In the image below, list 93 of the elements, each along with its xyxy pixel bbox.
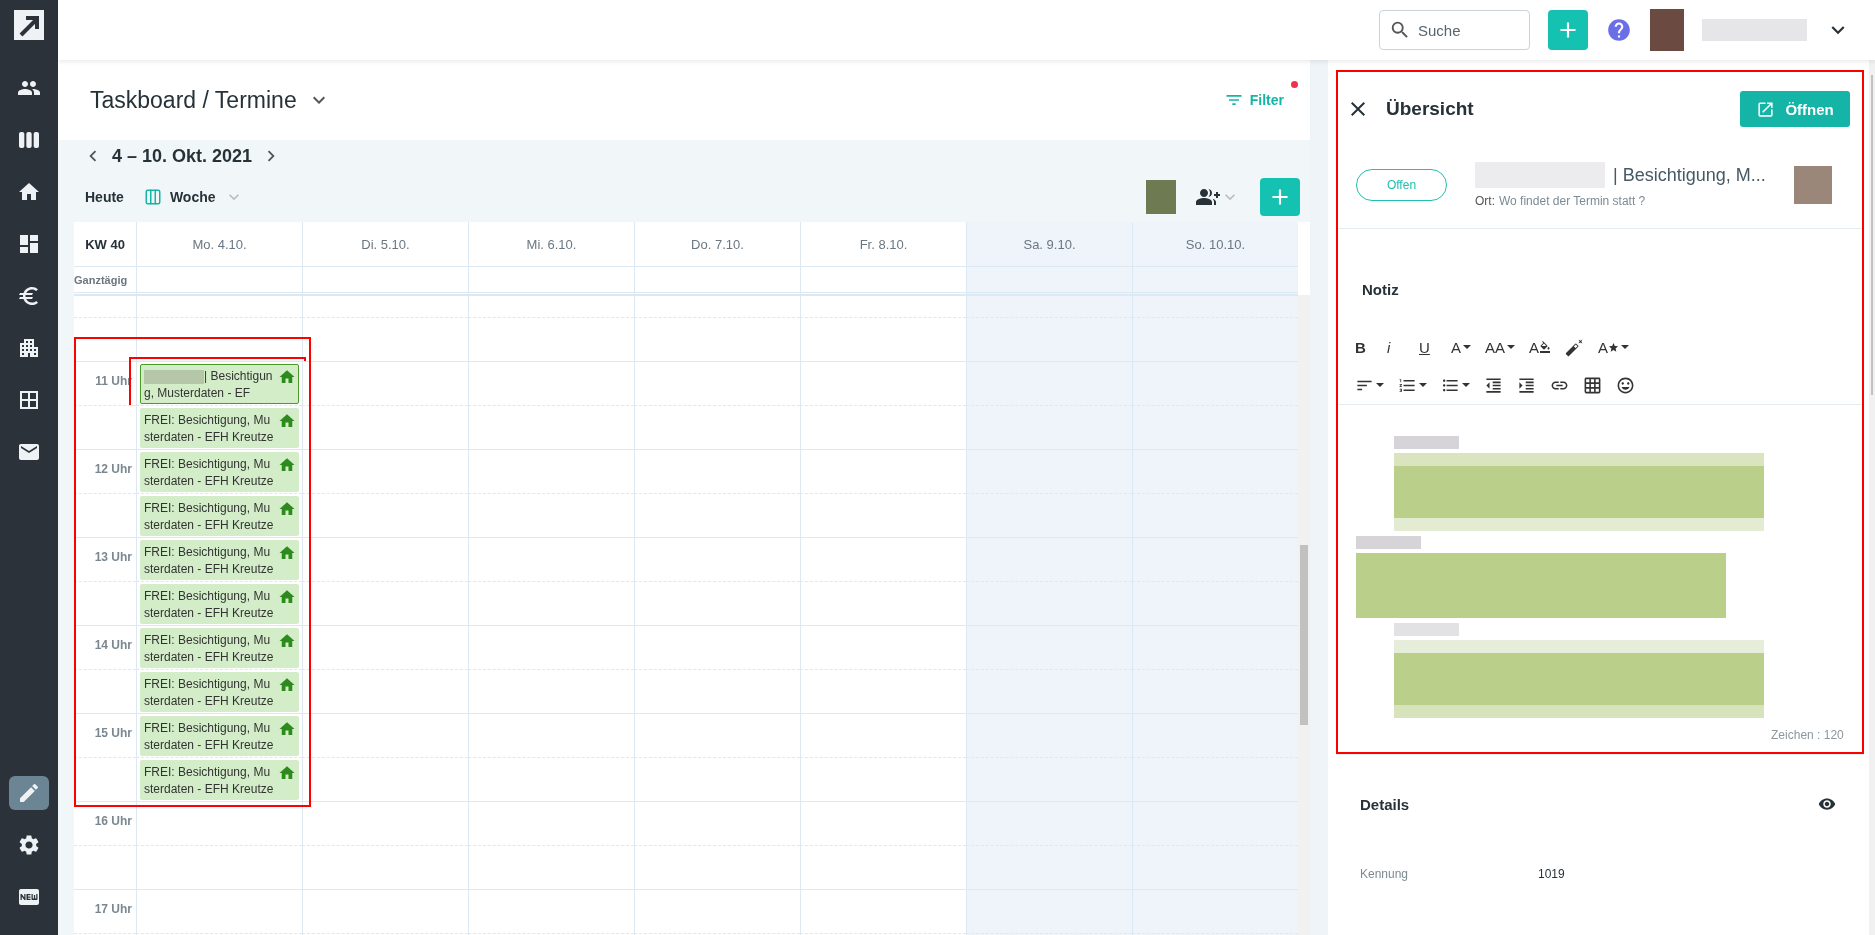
font-button[interactable]: A xyxy=(1448,338,1474,356)
home-icon xyxy=(278,544,296,562)
event-title: FREI: Besichtigung, Musterdaten - EFH Kreutze xyxy=(144,544,275,578)
avatar-placeholder[interactable] xyxy=(1146,180,1176,214)
event-title: | Besichtigung, Musterdaten - EF xyxy=(144,368,274,402)
event-title: FREI: Besichtigung, Musterdaten - EFH Kreutze xyxy=(144,764,275,798)
field-value: 1019 xyxy=(1538,867,1565,881)
home-icon xyxy=(278,412,296,430)
event-title: FREI: Besichtigung, Musterdaten - EFH Kreutze xyxy=(144,588,275,622)
day-header: Do. 7.10. xyxy=(634,222,800,267)
today-button[interactable]: Heute xyxy=(85,189,124,205)
time-label: 16 Uhr xyxy=(94,814,132,828)
appointment-title: | Besichtigung, M... xyxy=(1613,164,1766,186)
home-icon xyxy=(278,500,296,518)
home-icon xyxy=(278,588,296,606)
caret-icon xyxy=(1376,383,1384,387)
time-slot[interactable] xyxy=(136,317,302,361)
caret-icon xyxy=(1463,345,1471,349)
outdent-icon xyxy=(1484,375,1503,395)
all-day-slot[interactable] xyxy=(634,267,800,295)
add-button[interactable] xyxy=(1548,10,1588,50)
view-selector[interactable]: Woche xyxy=(143,187,244,207)
home-icon xyxy=(278,720,296,738)
table-icon xyxy=(1583,375,1602,395)
note-heading: Notiz xyxy=(1362,281,1400,298)
event-title: FREI: Besichtigung, Musterdaten - EFH Kreutze xyxy=(144,456,275,490)
page-title: Taskboard / Termine xyxy=(90,86,297,114)
caret-icon xyxy=(1462,383,1470,387)
time-label: 14 Uhr xyxy=(94,638,132,652)
bold-button[interactable]: B xyxy=(1352,338,1376,356)
avatar-placeholder xyxy=(1793,166,1832,204)
italic-button[interactable]: i xyxy=(1384,338,1408,356)
text-color-button[interactable]: A xyxy=(1526,338,1555,356)
event-title: FREI: Besichtigung, Musterdaten - EFH Kreutze xyxy=(144,412,275,446)
underline-button[interactable]: U xyxy=(1416,338,1440,356)
open-external-icon xyxy=(1756,99,1776,119)
edit-icon[interactable] xyxy=(9,776,49,810)
panel-title: Übersicht xyxy=(1386,98,1474,120)
eraser-icon xyxy=(1565,337,1585,357)
event-title: FREI: Besichtigung, Musterdaten - EFH Kreutze xyxy=(144,676,275,710)
event-title: FREI: Besichtigung, Musterdaten - EFH Kreutze xyxy=(144,720,275,754)
day-header: Mo. 4.10. xyxy=(136,222,302,267)
field-label: Kennung xyxy=(1360,867,1410,881)
time-label: 12 Uhr xyxy=(94,462,132,476)
scrollbar[interactable] xyxy=(1868,60,1875,935)
home-icon xyxy=(278,368,296,386)
columns-icon xyxy=(143,188,162,206)
search-field[interactable]: Suche xyxy=(1379,10,1530,50)
day-header: Di. 5.10. xyxy=(302,222,468,267)
font-size-button[interactable]: AA xyxy=(1482,338,1519,356)
day-header: So. 10.10. xyxy=(1132,222,1298,267)
day-header: Sa. 9.10. xyxy=(966,222,1132,267)
indent-icon xyxy=(1517,375,1536,395)
emoji-icon xyxy=(1616,375,1635,395)
home-icon xyxy=(278,632,296,650)
location-value: Wo findet der Termin statt ? xyxy=(1499,194,1646,208)
event-title: FREI: Besichtigung, Musterdaten - EFH Kreutze xyxy=(144,500,275,534)
day-header: Mi. 6.10. xyxy=(468,222,634,267)
time-label: 13 Uhr xyxy=(94,550,132,564)
date-range: 4 – 10. Okt. 2021 xyxy=(111,145,254,167)
caret-icon xyxy=(1507,345,1516,349)
time-slot[interactable] xyxy=(136,801,302,845)
details-heading: Details xyxy=(1360,795,1410,813)
day-header: Fr. 8.10. xyxy=(800,222,966,267)
search-icon xyxy=(1389,19,1411,41)
home-icon xyxy=(278,764,296,782)
home-icon xyxy=(278,676,296,694)
all-day-slot[interactable] xyxy=(468,267,634,295)
all-day-slot[interactable] xyxy=(966,267,1132,295)
redacted-text xyxy=(1356,536,1421,549)
visibility-filter-icon[interactable] xyxy=(1817,795,1836,813)
all-day-slot[interactable] xyxy=(1132,267,1298,295)
help-icon[interactable] xyxy=(1606,17,1632,43)
caret-icon xyxy=(1621,345,1630,349)
star-icon xyxy=(1608,341,1620,353)
caret-icon xyxy=(1419,383,1427,387)
text-style-button[interactable]: A xyxy=(1595,338,1633,356)
logo-icon[interactable] xyxy=(14,10,44,40)
add-button[interactable] xyxy=(1260,178,1300,216)
all-day-slot[interactable] xyxy=(136,267,302,295)
redacted-text xyxy=(1394,436,1459,449)
redacted-text xyxy=(1394,623,1459,636)
all-day-slot[interactable] xyxy=(800,267,966,295)
event-title: FREI: Besichtigung, Musterdaten - EFH Kreutze xyxy=(144,632,275,666)
time-label: 15 Uhr xyxy=(94,726,132,740)
avatar-placeholder[interactable] xyxy=(1650,9,1684,51)
drop-icon xyxy=(1539,341,1552,353)
location-label: Ort: xyxy=(1475,194,1495,208)
time-label: 17 Uhr xyxy=(94,902,132,916)
character-count: Zeichen : 120 xyxy=(1771,728,1844,742)
scrollbar[interactable] xyxy=(1298,295,1310,935)
all-day-slot[interactable] xyxy=(302,267,468,295)
home-icon xyxy=(278,456,296,474)
